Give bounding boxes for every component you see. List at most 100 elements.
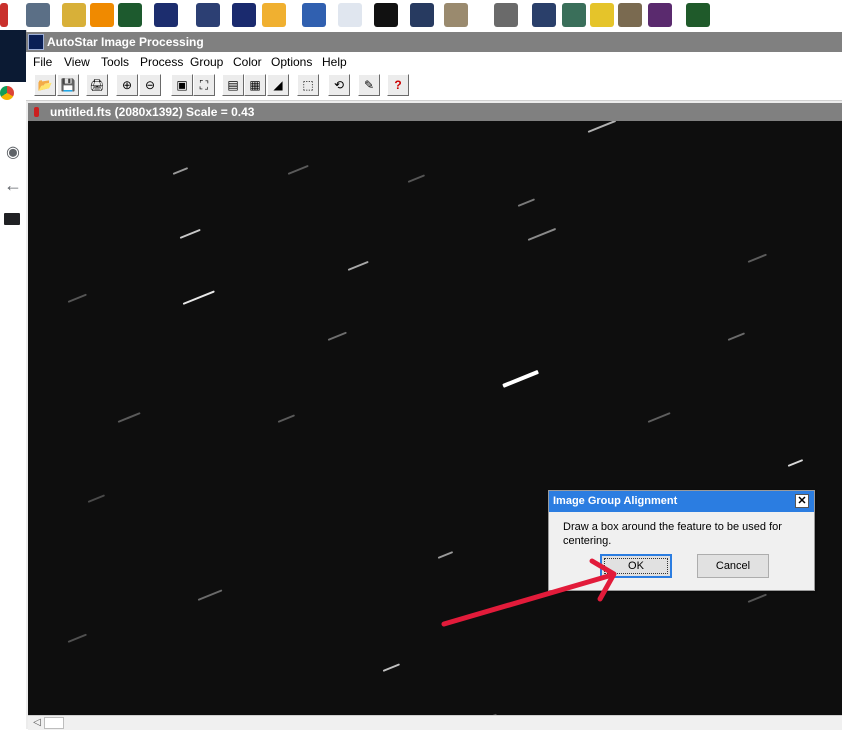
zoom-out-icon: ⊖	[144, 78, 156, 92]
graph-icon[interactable]	[338, 3, 362, 27]
cancel-button[interactable]: Cancel	[697, 554, 769, 578]
star-streak	[197, 589, 223, 601]
maxim-mascot-icon[interactable]	[62, 3, 86, 27]
script-button[interactable]: ✎	[358, 74, 380, 96]
star-streak	[787, 459, 804, 467]
monitor-icon[interactable]	[686, 3, 710, 27]
crop-icon: ⬚	[302, 78, 314, 92]
script-icon: ✎	[363, 78, 375, 92]
print-button[interactable]: 🖨	[86, 74, 108, 96]
image-window-titlebar[interactable]: untitled.fts (2080x1392) Scale = 0.43	[28, 103, 842, 121]
star-streak	[67, 633, 87, 643]
camera-icon[interactable]	[26, 3, 50, 27]
save-button[interactable]: 💾	[57, 74, 79, 96]
fit-window-icon: ▣	[176, 78, 188, 92]
star-streak	[67, 293, 87, 303]
rotate-button[interactable]: ⟲	[328, 74, 350, 96]
star-streak	[517, 198, 536, 207]
star-streak	[587, 121, 617, 133]
menu-file[interactable]: File	[33, 55, 52, 69]
help-button[interactable]: ?	[387, 74, 409, 96]
star-streak	[647, 412, 671, 423]
scroll-thumb[interactable]	[44, 717, 64, 729]
scroll-left-icon[interactable]: ◁	[30, 717, 44, 729]
menu-process[interactable]: Process	[140, 55, 183, 69]
window-titlebar[interactable]: AutoStar Image Processing	[26, 32, 842, 52]
star-streak	[87, 494, 106, 503]
zoom-in-icon: ⊕	[121, 78, 133, 92]
frame-icon[interactable]	[374, 3, 398, 27]
browser-sidebar-fragment: ◉ ←	[0, 30, 27, 729]
menu-group[interactable]: Group	[190, 55, 223, 69]
grid-button[interactable]: ▦	[244, 74, 266, 96]
star-streak	[179, 228, 201, 239]
help-icon: ?	[394, 78, 402, 92]
vlc-cone-icon[interactable]	[90, 3, 114, 27]
print-icon: 🖨	[89, 78, 105, 92]
red-app-icon[interactable]	[0, 3, 8, 27]
star-streak	[382, 663, 401, 672]
dark-thumbnail	[0, 30, 26, 82]
crop-button[interactable]: ⬚	[297, 74, 319, 96]
cat-icon[interactable]	[590, 3, 614, 27]
telescope-icon[interactable]	[494, 3, 518, 27]
back-arrow-icon[interactable]: ←	[4, 176, 22, 194]
client-star-icon[interactable]	[118, 3, 142, 27]
purple-app-icon[interactable]	[648, 3, 672, 27]
star-streak	[747, 593, 767, 603]
starburst-icon[interactable]	[262, 3, 286, 27]
save-icon: 💾	[60, 78, 76, 92]
histogram-button[interactable]: ◢	[267, 74, 289, 96]
histogram-icon: ◢	[273, 78, 283, 92]
toolbar: 📂 💾 🖨 ⊕ ⊖ ▣ ⛶ ▤ ▦ ◢ ⬚ ⟲ ✎?	[26, 72, 842, 101]
horizontal-scrollbar[interactable]: ◁	[28, 715, 842, 730]
star-streak	[347, 260, 369, 271]
galaxy-icon[interactable]	[232, 3, 256, 27]
open-button[interactable]: 📂	[34, 74, 56, 96]
puzzle-map-icon[interactable]	[562, 3, 586, 27]
fullscreen-icon: ⛶	[199, 78, 209, 92]
grid-icon: ▦	[249, 78, 261, 92]
satellite-icon[interactable]	[196, 3, 220, 27]
gimp-icon[interactable]	[618, 3, 642, 27]
star-streak	[437, 551, 454, 559]
menu-options[interactable]: Options	[271, 55, 312, 69]
star-streak	[407, 174, 426, 183]
menu-view[interactable]: View	[64, 55, 90, 69]
open-icon: 📂	[37, 78, 53, 92]
folder-icon[interactable]	[4, 213, 20, 225]
star-streak	[502, 369, 539, 388]
zoom-in-button[interactable]: ⊕	[116, 74, 138, 96]
menu-help[interactable]: Help	[322, 55, 347, 69]
server-star-icon[interactable]	[154, 3, 178, 27]
star-field-image[interactable]	[28, 121, 842, 715]
menu-color[interactable]: Color	[233, 55, 262, 69]
pin-icon	[34, 107, 39, 117]
rotate-icon: ⟲	[333, 78, 345, 92]
chrome-icon[interactable]	[0, 86, 14, 100]
fit-window-button[interactable]: ▣	[171, 74, 193, 96]
saturn-icon[interactable]	[444, 3, 468, 27]
autostar-window: AutoStar Image Processing File View Tools P…	[26, 32, 842, 730]
dialog-title: Image Group Alignment	[553, 495, 678, 507]
app-logo-icon	[28, 34, 44, 50]
sky-chart-icon[interactable]	[410, 3, 434, 27]
ok-button[interactable]: OK	[600, 554, 672, 578]
color-palette-button[interactable]: ▤	[222, 74, 244, 96]
fullscreen-button[interactable]: ⛶	[193, 74, 215, 96]
star-streak	[277, 414, 296, 423]
focus-outline	[604, 558, 668, 574]
star-streak	[327, 331, 347, 341]
window-title: AutoStar Image Processing	[47, 35, 204, 49]
close-icon[interactable]: ✕	[795, 494, 809, 508]
comet-icon[interactable]	[532, 3, 556, 27]
globe-icon[interactable]	[302, 3, 326, 27]
color-palette-icon: ▤	[227, 78, 239, 92]
desktop-icon-strip	[0, 0, 842, 30]
chrome-tab-icon[interactable]: ◉	[4, 144, 22, 162]
dialog-titlebar[interactable]: Image Group Alignment ✕	[549, 491, 814, 512]
star-streak	[287, 164, 309, 175]
zoom-out-button[interactable]: ⊖	[139, 74, 161, 96]
menu-tools[interactable]: Tools	[101, 55, 129, 69]
star-streak	[172, 167, 189, 175]
